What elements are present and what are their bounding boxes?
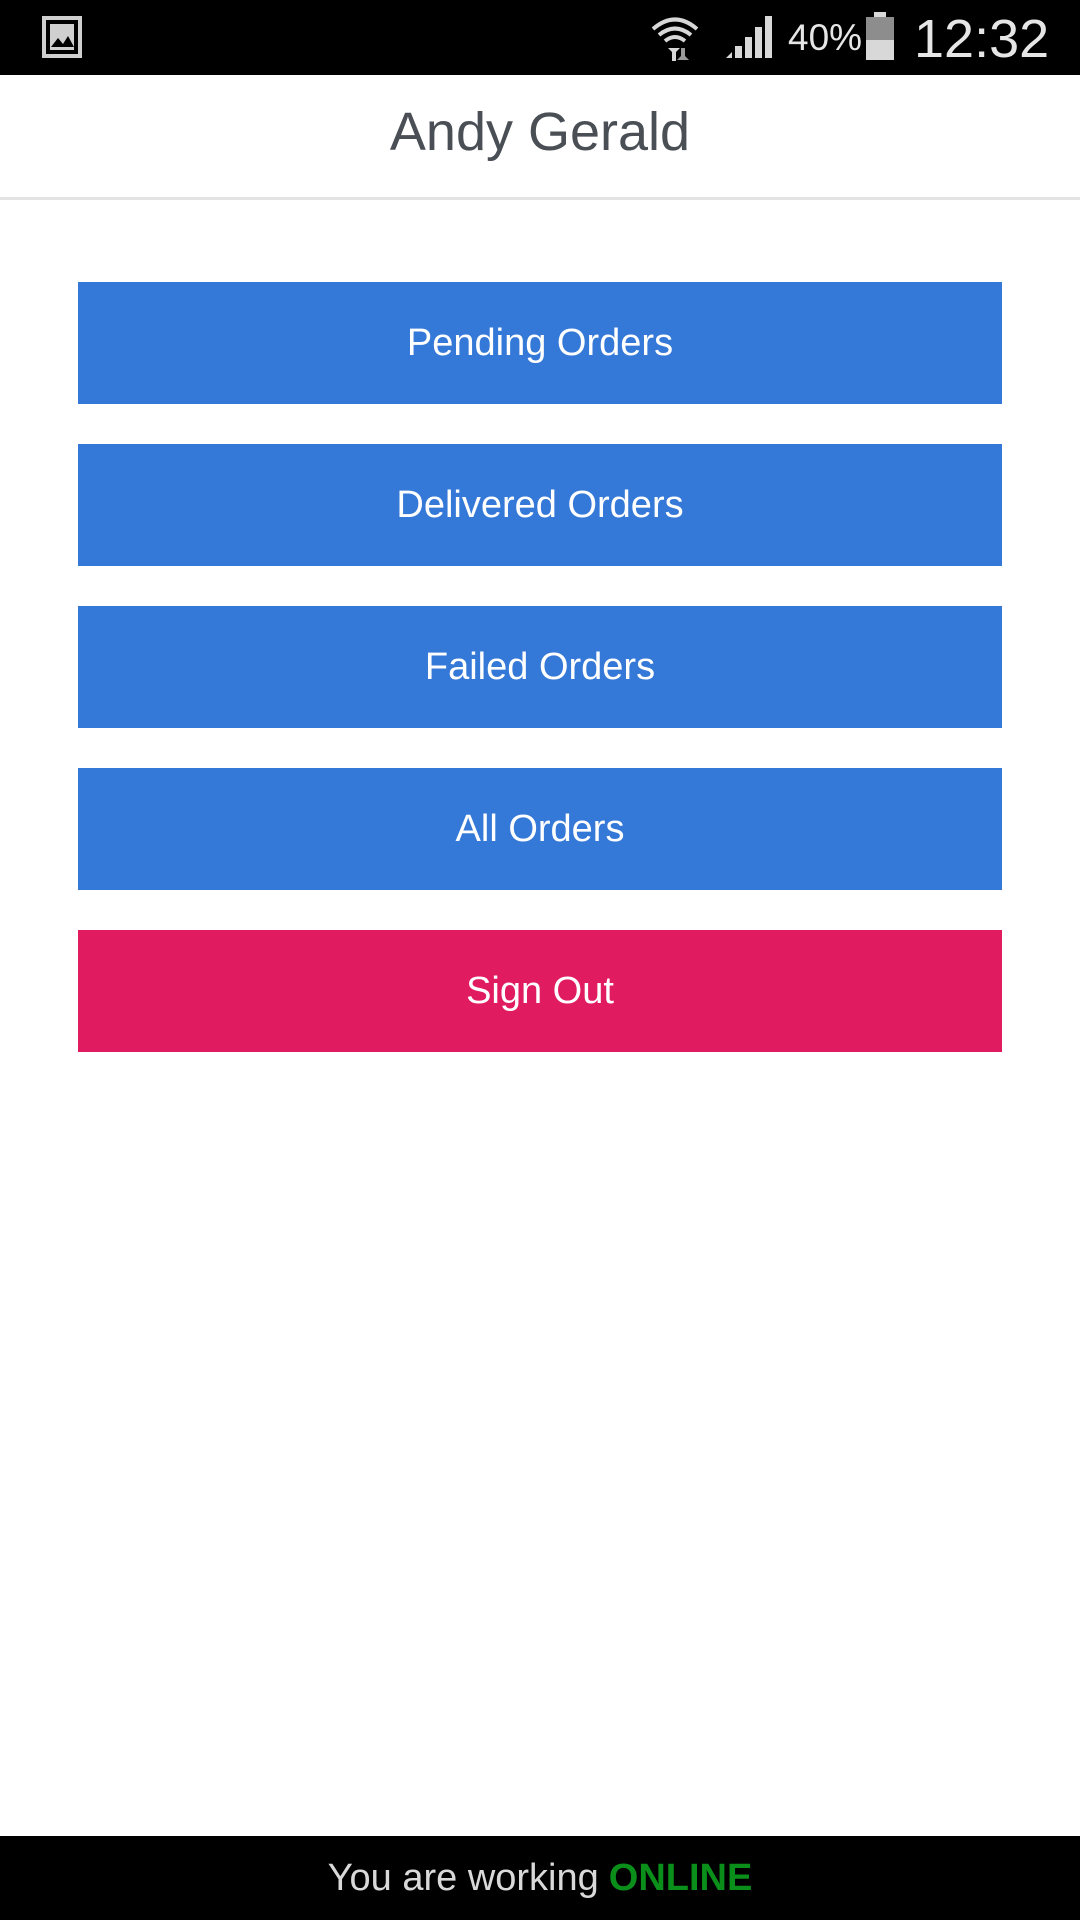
all-orders-label: All Orders [455, 808, 625, 850]
online-status: ONLINE [608, 1857, 753, 1899]
gallery-icon [42, 16, 82, 58]
connection-status-footer: You are working ONLINE [0, 1836, 1080, 1920]
pending-orders-label: Pending Orders [406, 322, 674, 364]
delivered-orders-label: Delivered Orders [396, 484, 684, 526]
battery-icon [866, 12, 894, 60]
wifi-icon [651, 17, 699, 61]
failed-orders-button[interactable]: Failed Orders [78, 606, 1002, 728]
sign-out-button[interactable]: Sign Out [78, 930, 1002, 1052]
main-menu: Pending Orders Delivered Orders Failed O… [78, 282, 1002, 1092]
status-bar: 40% 12:32 [0, 0, 1080, 75]
signal-icon [726, 16, 772, 58]
failed-orders-label: Failed Orders [424, 646, 656, 688]
status-clock: 12:32 [914, 9, 1050, 69]
pending-orders-button[interactable]: Pending Orders [78, 282, 1002, 404]
user-name-title: Andy Gerald [389, 102, 691, 162]
app-screen: 40% 12:32 Andy Gerald Pending Orders Del… [0, 0, 1080, 1920]
app-header: Andy Gerald [0, 75, 1080, 200]
connection-message: You are working [327, 1857, 599, 1899]
delivered-orders-button[interactable]: Delivered Orders [78, 444, 1002, 566]
sign-out-label: Sign Out [466, 970, 614, 1012]
battery-percentage: 40% [788, 17, 863, 58]
all-orders-button[interactable]: All Orders [78, 768, 1002, 890]
